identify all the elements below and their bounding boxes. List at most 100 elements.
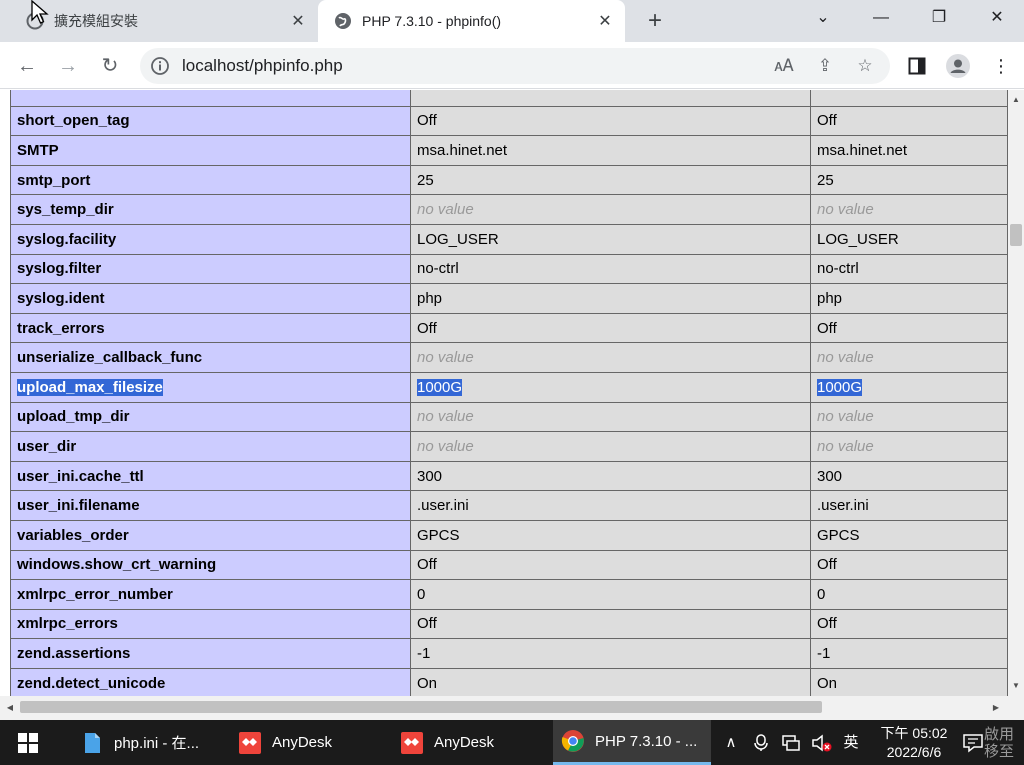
info-icon[interactable] <box>150 56 170 76</box>
local-value-cell-text[interactable]: msa.hinet.net <box>417 142 507 159</box>
taskbar-app-anydesk-2[interactable]: AnyDesk <box>392 720 547 765</box>
master-value-cell-text[interactable]: msa.hinet.net <box>817 142 907 159</box>
translate-icon[interactable]: 🗚 <box>772 54 796 78</box>
scroll-left-arrow-icon[interactable]: ◀ <box>2 700 18 716</box>
local-value-cell-text[interactable]: Off <box>417 320 437 337</box>
local-value-cell-text[interactable]: php <box>417 290 442 307</box>
directive-cell-text[interactable]: syslog.ident <box>17 290 105 307</box>
local-value-cell-text[interactable]: 1000G <box>417 378 463 396</box>
tray-meet-icon[interactable] <box>748 720 774 765</box>
directive-cell-text[interactable]: unserialize_callback_func <box>17 349 202 366</box>
master-value-cell-text[interactable]: 1000G <box>817 378 863 396</box>
close-window-button[interactable]: ✕ <box>968 0 1024 36</box>
ime-indicator[interactable]: 英 <box>838 720 864 765</box>
master-value-cell-text[interactable]: 0 <box>817 586 825 603</box>
master-value-cell-text[interactable]: 300 <box>817 468 842 485</box>
master-value-cell-text[interactable]: no-ctrl <box>817 260 859 277</box>
master-value-cell-text[interactable]: -1 <box>817 645 830 662</box>
directive-cell-text[interactable]: track_errors <box>17 320 105 337</box>
directive-cell-text[interactable]: variables_order <box>17 527 129 544</box>
horizontal-scrollbar[interactable]: ◀ ▶ <box>0 696 1024 720</box>
local-value-cell-text[interactable]: no value <box>417 408 474 425</box>
local-value-cell-text[interactable]: 25 <box>417 172 434 189</box>
local-value-cell-text[interactable]: 0 <box>417 586 425 603</box>
local-value-cell-text[interactable]: Off <box>417 556 437 573</box>
new-tab-button[interactable]: + <box>640 6 670 36</box>
directive-cell-text[interactable]: user_dir <box>17 438 76 455</box>
directive-cell-text[interactable]: user_ini.cache_ttl <box>17 468 144 485</box>
local-value-cell-text[interactable]: -1 <box>417 645 430 662</box>
tray-chevron-up-icon[interactable]: ∧ <box>718 720 744 765</box>
taskbar-clock[interactable]: 下午 05:02 2022/6/6 <box>868 724 960 762</box>
master-value-cell-text[interactable]: no value <box>817 349 874 366</box>
master-value-cell-text[interactable]: no value <box>817 408 874 425</box>
back-button[interactable]: ← <box>13 52 41 80</box>
master-value-cell-text[interactable]: Off <box>817 320 837 337</box>
vertical-scroll-thumb[interactable] <box>1010 224 1022 246</box>
url-text[interactable]: localhost/phpinfo.php <box>182 56 343 76</box>
directive-cell-text[interactable]: syslog.filter <box>17 260 101 277</box>
taskbar-app-chrome[interactable]: PHP 7.3.10 - ... <box>553 720 711 765</box>
reload-button[interactable]: ↻ <box>96 52 124 80</box>
directive-cell-text[interactable]: zend.detect_unicode <box>17 675 165 692</box>
local-value-cell-text[interactable]: On <box>417 675 437 692</box>
directive-cell-text[interactable]: upload_max_filesize <box>17 378 163 396</box>
taskbar-app-anydesk-1[interactable]: AnyDesk <box>230 720 385 765</box>
local-value-cell-text[interactable]: LOG_USER <box>417 231 499 248</box>
menu-kebab-icon[interactable]: ⋮ <box>988 53 1014 79</box>
notification-icon[interactable] <box>962 733 984 753</box>
master-value-cell-text[interactable]: Off <box>817 615 837 632</box>
master-value-cell-text[interactable]: 25 <box>817 172 834 189</box>
local-value-cell-text[interactable]: .user.ini <box>417 497 469 514</box>
directive-cell-text[interactable]: SMTP <box>17 142 59 159</box>
local-value-cell-text[interactable]: no value <box>417 438 474 455</box>
scroll-up-arrow-icon[interactable]: ▲ <box>1008 92 1024 108</box>
minimize-button[interactable]: — <box>852 0 910 36</box>
local-value-cell-text[interactable]: no value <box>417 349 474 366</box>
close-icon[interactable]: ✕ <box>284 11 312 31</box>
directive-cell-text[interactable]: xmlrpc_error_number <box>17 586 173 603</box>
network-icon[interactable] <box>778 720 806 765</box>
directive-cell-text[interactable]: syslog.facility <box>17 231 116 248</box>
profile-avatar-icon[interactable] <box>945 53 971 79</box>
master-value-cell-text[interactable]: On <box>817 675 837 692</box>
horizontal-scroll-thumb[interactable] <box>20 701 822 713</box>
address-bar[interactable]: localhost/phpinfo.php 🗚 ⇪ ☆ <box>140 48 890 84</box>
local-value-cell-text[interactable]: no-ctrl <box>417 260 459 277</box>
volume-muted-icon[interactable] <box>808 720 836 765</box>
directive-cell-text[interactable]: sys_temp_dir <box>17 201 114 218</box>
scroll-right-arrow-icon[interactable]: ▶ <box>988 700 1004 716</box>
local-value-cell-text[interactable]: GPCS <box>417 527 460 544</box>
directive-cell-text[interactable]: windows.show_crt_warning <box>17 556 216 573</box>
scroll-down-arrow-icon[interactable]: ▼ <box>1008 678 1024 694</box>
master-value-cell-text[interactable]: no value <box>817 201 874 218</box>
side-panel-icon[interactable] <box>904 53 930 79</box>
forward-button[interactable]: → <box>54 52 82 80</box>
tab-search-chevron-icon[interactable]: ⌄ <box>794 0 852 36</box>
master-value-cell-text[interactable]: GPCS <box>817 527 860 544</box>
master-value-cell-text[interactable]: .user.ini <box>817 497 869 514</box>
directive-cell-text[interactable]: xmlrpc_errors <box>17 615 118 632</box>
master-value-cell-text[interactable]: no value <box>817 438 874 455</box>
master-value-cell-text[interactable]: Off <box>817 112 837 129</box>
directive-cell-text[interactable]: upload_tmp_dir <box>17 408 130 425</box>
share-icon[interactable]: ⇪ <box>813 54 837 78</box>
master-value-cell-text[interactable]: Off <box>817 556 837 573</box>
local-value-cell-text[interactable]: Off <box>417 615 437 632</box>
local-value-cell-text[interactable]: no value <box>417 201 474 218</box>
vertical-scrollbar[interactable]: ▲ ▼ <box>1008 90 1024 696</box>
master-value-cell-text[interactable]: LOG_USER <box>817 231 899 248</box>
windows-start-icon[interactable] <box>18 733 38 753</box>
master-value-cell-text[interactable]: php <box>817 290 842 307</box>
bookmark-star-icon[interactable]: ☆ <box>853 54 877 78</box>
local-value-cell-text[interactable]: 300 <box>417 468 442 485</box>
directive-cell-text[interactable]: smtp_port <box>17 172 90 189</box>
tab-phpinfo[interactable]: PHP 7.3.10 - phpinfo() ✕ <box>318 0 625 42</box>
taskbar-app-notepad[interactable]: php.ini - 在... <box>70 720 220 765</box>
directive-cell-text[interactable]: user_ini.filename <box>17 497 140 514</box>
close-icon[interactable]: ✕ <box>591 11 619 31</box>
local-value-cell-text[interactable]: Off <box>417 112 437 129</box>
restore-button[interactable]: ❐ <box>910 0 968 36</box>
directive-cell-text[interactable]: zend.assertions <box>17 645 130 662</box>
directive-cell-text[interactable]: short_open_tag <box>17 112 130 129</box>
